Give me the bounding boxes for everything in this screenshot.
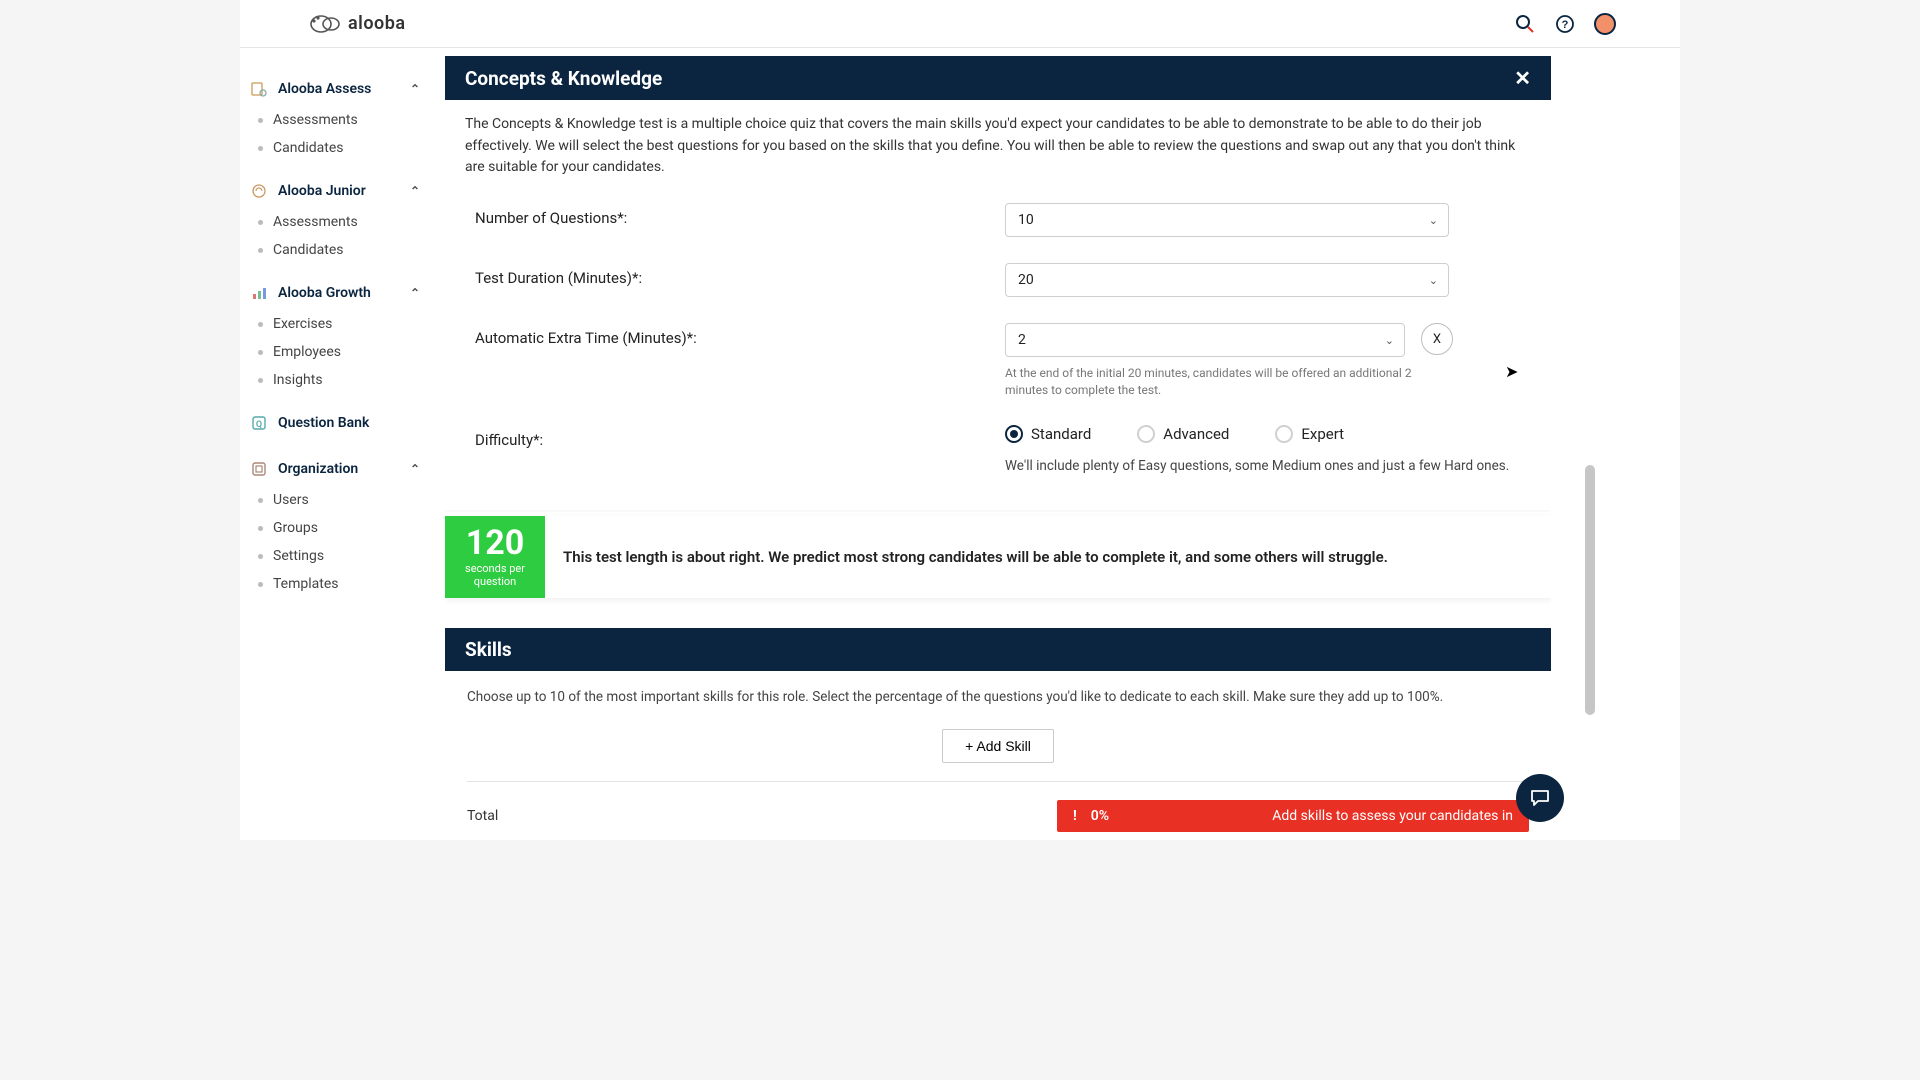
- logo-text: alooba: [348, 13, 406, 34]
- duration-value: 20: [1018, 272, 1034, 288]
- skills-total-warning: Add skills to assess your candidates in: [1272, 808, 1513, 824]
- extra-time-label: Automatic Extra Time (Minutes)*:: [465, 323, 1005, 347]
- time-per-question-banner: 120 seconds per question This test lengt…: [445, 516, 1551, 598]
- close-icon[interactable]: ✕: [1514, 66, 1531, 90]
- sidebar-item-assessments-1[interactable]: Assessments: [246, 106, 424, 134]
- sidebar-group-label: Alooba Growth: [278, 285, 371, 301]
- sidebar-group-label: Alooba Assess: [278, 81, 371, 97]
- extra-time-helper: At the end of the initial 20 minutes, ca…: [1005, 365, 1435, 399]
- sidebar: Alooba Assess ⌃ Assessments Candidates A…: [240, 48, 430, 840]
- sidebar-item-label: Question Bank: [278, 415, 369, 431]
- growth-icon: [250, 284, 268, 302]
- chevron-up-icon: ⌃: [410, 82, 420, 96]
- svg-text:Q: Q: [256, 420, 262, 430]
- main-content: Concepts & Knowledge ✕ The Concepts & Kn…: [445, 56, 1551, 840]
- logo-mark-icon: [308, 13, 342, 35]
- sidebar-item-templates[interactable]: Templates: [246, 570, 424, 598]
- sidebar-item-exercises[interactable]: Exercises: [246, 310, 424, 338]
- panel-header: Concepts & Knowledge ✕: [445, 56, 1551, 100]
- num-questions-value: 10: [1018, 212, 1034, 228]
- sidebar-item-groups[interactable]: Groups: [246, 514, 424, 542]
- skills-total-bar: ! 0% Add skills to assess your candidate…: [1057, 800, 1529, 832]
- assess-icon: [250, 80, 268, 98]
- tpq-sub: seconds per question: [449, 562, 541, 588]
- skills-description: Choose up to 10 of the most important sk…: [467, 689, 1529, 705]
- sidebar-group-growth[interactable]: Alooba Growth ⌃: [246, 276, 424, 310]
- num-questions-select[interactable]: 10 ⌄: [1005, 203, 1449, 237]
- difficulty-label: Difficulty*:: [465, 425, 1005, 449]
- radio-unchecked-icon: [1137, 425, 1155, 443]
- radio-checked-icon: [1005, 425, 1023, 443]
- topbar: alooba ?: [240, 0, 1680, 48]
- search-icon[interactable]: [1514, 13, 1536, 35]
- sidebar-group-assess[interactable]: Alooba Assess ⌃: [246, 72, 424, 106]
- organization-icon: [250, 460, 268, 478]
- chevron-down-icon: ⌄: [1429, 214, 1438, 227]
- scrollbar[interactable]: [1585, 465, 1595, 715]
- duration-label: Test Duration (Minutes)*:: [465, 263, 1005, 287]
- skills-header: Skills: [445, 628, 1551, 671]
- panel-title: Concepts & Knowledge: [465, 67, 662, 90]
- skills-title: Skills: [465, 638, 512, 661]
- help-icon[interactable]: ?: [1554, 13, 1576, 35]
- logo[interactable]: alooba: [308, 13, 406, 35]
- tpq-text: This test length is about right. We pred…: [545, 516, 1551, 598]
- junior-icon: [250, 182, 268, 200]
- skills-total-pct: 0%: [1091, 808, 1109, 824]
- chevron-down-icon: ⌄: [1429, 274, 1438, 287]
- duration-select[interactable]: 20 ⌄: [1005, 263, 1449, 297]
- sidebar-group-label: Alooba Junior: [278, 183, 366, 199]
- divider: [467, 781, 1529, 782]
- add-skill-button[interactable]: + Add Skill: [942, 729, 1054, 763]
- tpq-seconds: 120: [466, 526, 525, 560]
- panel-body: The Concepts & Knowledge test is a multi…: [445, 100, 1551, 510]
- sidebar-item-candidates-1[interactable]: Candidates: [246, 134, 424, 162]
- chevron-up-icon: ⌃: [410, 286, 420, 300]
- avatar[interactable]: [1594, 13, 1616, 35]
- difficulty-standard-radio[interactable]: Standard: [1005, 425, 1091, 443]
- question-bank-icon: Q: [250, 414, 268, 432]
- num-questions-label: Number of Questions*:: [465, 203, 1005, 227]
- skills-total-label: Total: [467, 808, 498, 824]
- sidebar-group-organization[interactable]: Organization ⌃: [246, 452, 424, 486]
- difficulty-helper: We'll include plenty of Easy questions, …: [1005, 457, 1531, 476]
- chevron-down-icon: ⌄: [1385, 334, 1394, 347]
- chevron-up-icon: ⌃: [410, 184, 420, 198]
- skills-section: Skills Choose up to 10 of the most impor…: [445, 628, 1551, 840]
- sidebar-item-users[interactable]: Users: [246, 486, 424, 514]
- clear-extra-time-button[interactable]: X: [1421, 323, 1453, 355]
- chevron-up-icon: ⌃: [410, 462, 420, 476]
- warning-icon: !: [1073, 808, 1077, 824]
- chat-button[interactable]: [1516, 774, 1564, 822]
- sidebar-item-insights[interactable]: Insights: [246, 366, 424, 394]
- sidebar-item-candidates-2[interactable]: Candidates: [246, 236, 424, 264]
- extra-time-select[interactable]: 2 ⌄: [1005, 323, 1405, 357]
- sidebar-item-settings[interactable]: Settings: [246, 542, 424, 570]
- sidebar-group-label: Organization: [278, 461, 358, 477]
- tpq-badge: 120 seconds per question: [445, 516, 545, 598]
- sidebar-group-junior[interactable]: Alooba Junior ⌃: [246, 174, 424, 208]
- radio-unchecked-icon: [1275, 425, 1293, 443]
- svg-text:?: ?: [1562, 19, 1569, 31]
- difficulty-expert-radio[interactable]: Expert: [1275, 425, 1344, 443]
- sidebar-item-assessments-2[interactable]: Assessments: [246, 208, 424, 236]
- extra-time-value: 2: [1018, 332, 1026, 348]
- difficulty-advanced-radio[interactable]: Advanced: [1137, 425, 1229, 443]
- panel-description: The Concepts & Knowledge test is a multi…: [465, 114, 1531, 179]
- sidebar-item-question-bank[interactable]: Q Question Bank: [246, 406, 424, 440]
- sidebar-item-employees[interactable]: Employees: [246, 338, 424, 366]
